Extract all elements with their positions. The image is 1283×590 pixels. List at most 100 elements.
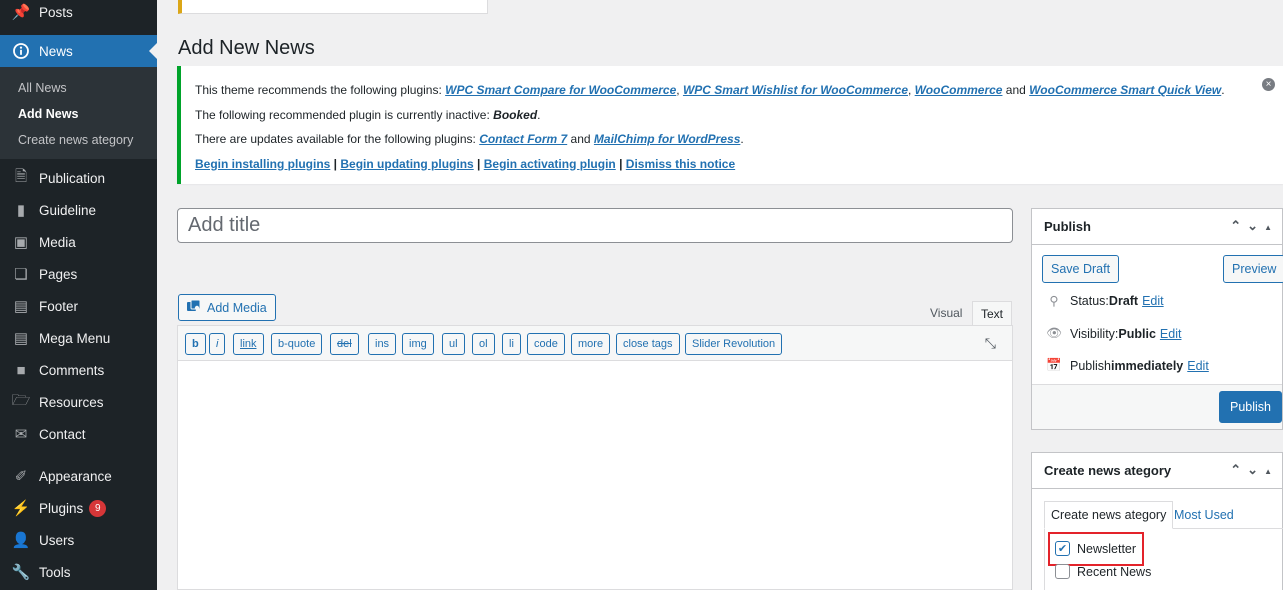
sidebar-item-label: Mega Menu [39,330,111,346]
sidebar-item-users[interactable]: 👤 Users [0,524,157,556]
submenu-add-news[interactable]: Add News [18,107,78,121]
sidebar-item-comments[interactable]: ■ Comments [0,354,157,386]
sidebar-item-posts[interactable]: 📌 Posts [0,0,157,24]
notice-text: and [567,132,594,146]
chevron-up-icon[interactable]: ⌃ [1230,218,1247,233]
notice-text: , [676,83,683,97]
plugin-link[interactable]: MailChimp for WordPress [594,132,740,146]
qt-code-button[interactable]: code [527,333,565,355]
qt-ol-button[interactable]: ol [472,333,495,355]
publish-button[interactable]: Publish [1219,391,1282,423]
category-body: ✔ Newsletter Recent News Create news ate… [1032,489,1283,590]
plugin-link[interactable]: WPC Smart Wishlist for WooCommerce [683,83,908,97]
notice-text: and [1002,83,1030,97]
text-editor[interactable]: b i link b-quote del ins img ul ol li co… [177,325,1013,590]
notice-text: , [908,83,915,97]
checkbox-unchecked-icon[interactable] [1055,564,1070,579]
sidebar-item-pages[interactable]: ❏ Pages [0,258,157,290]
status-row: ⚲ Status: Draft Edit [1046,293,1164,309]
qt-li-button[interactable]: li [502,333,521,355]
sidebar-item-label: Footer [39,298,79,314]
sidebar-item-news[interactable]: News [0,35,157,67]
qt-ul-button[interactable]: ul [442,333,465,355]
quicktags-toolbar: b i link b-quote del ins img ul ol li co… [178,326,1012,361]
triangle-up-icon[interactable]: ▲ [1264,467,1278,476]
tab-all-categories[interactable]: Create news ategory [1044,501,1174,529]
tab-most-used[interactable]: Most Used [1168,501,1240,529]
qt-ins-button[interactable]: ins [368,333,397,355]
tab-visual[interactable]: Visual [921,301,971,325]
qt-del-button[interactable]: del [330,333,359,355]
plugin-link[interactable]: Contact Form 7 [479,132,567,146]
sidebar-item-label: Pages [39,266,78,282]
chevron-down-icon[interactable]: ⌄ [1247,462,1264,477]
pages-icon: ❏ [14,266,28,283]
pin-icon: ⚲ [1049,294,1059,308]
submenu-create-category[interactable]: Create news ategory [18,133,133,147]
qt-close-tags-button[interactable]: close tags [616,333,680,355]
notice-line-recommended: This theme recommends the following plug… [195,78,1269,103]
divider: | [330,156,341,171]
info-icon [12,42,30,60]
sidebar-item-plugins[interactable]: ⚡ Plugins 9 [0,492,157,524]
fullscreen-icon[interactable]: ⤡ [985,335,996,352]
schedule-value: immediately [1111,358,1184,373]
mail-icon: ✉ [14,426,28,443]
sidebar-item-label: Guideline [39,202,97,218]
dismiss-notice-link[interactable]: Dismiss this notice [626,157,735,171]
plugin-link[interactable]: WooCommerce Smart Quick View [1029,83,1221,97]
calendar-icon: 📅 [1046,358,1062,372]
sidebar-item-contact[interactable]: ✉ Contact [0,418,157,450]
chevron-up-icon[interactable]: ⌃ [1230,462,1247,477]
category-label: Recent News [1077,564,1152,579]
post-title-input[interactable] [177,208,1013,243]
category-item-newsletter[interactable]: ✔ Newsletter [1055,541,1136,556]
triangle-up-icon[interactable]: ▲ [1264,223,1278,232]
edit-visibility-link[interactable]: Edit [1160,327,1182,341]
sidebar-item-guideline[interactable]: ▮ Guideline [0,194,157,226]
visibility-row: 👁 Visibility: Public Edit [1046,326,1181,341]
chevron-down-icon[interactable]: ⌄ [1247,218,1264,233]
plugin-link[interactable]: WPC Smart Compare for WooCommerce [445,83,676,97]
sidebar-item-appearance[interactable]: ✐ Appearance [0,460,157,492]
sidebar-item-resources[interactable]: 🗁 Resources [0,386,157,418]
plugin-link[interactable]: WooCommerce [915,83,1003,97]
begin-updating-link[interactable]: Begin updating plugins [340,157,473,171]
qt-slider-revolution-button[interactable]: Slider Revolution [685,333,783,355]
table-icon: ▤ [13,298,29,315]
category-item-recent-news[interactable]: Recent News [1055,564,1151,579]
submenu-all-news[interactable]: All News [18,81,67,95]
sidebar-item-tools[interactable]: 🔧 Tools [0,556,157,588]
qt-img-button[interactable]: img [402,333,434,355]
document-icon: 🗎 [14,167,28,185]
page-title: Add New News [178,37,315,59]
previous-notice-edge [178,0,488,14]
sidebar-item-footer[interactable]: ▤ Footer [0,290,157,322]
tab-text[interactable]: Text [972,301,1013,325]
publish-box-header: Publish ⌃⌄▲ [1032,209,1282,245]
close-icon[interactable]: × [1262,78,1275,91]
edit-schedule-link[interactable]: Edit [1187,359,1209,373]
checkbox-checked-icon[interactable]: ✔ [1055,541,1070,556]
sidebar-item-publication[interactable]: 🗎 Publication [0,162,157,194]
begin-installing-link[interactable]: Begin installing plugins [195,157,330,171]
table-icon: ▤ [13,330,29,347]
eye-icon: 👁 [1046,326,1062,340]
qt-link-button[interactable]: link [233,333,264,355]
begin-activating-link[interactable]: Begin activating plugin [484,157,616,171]
qt-more-button[interactable]: more [571,333,611,355]
sidebar-item-media[interactable]: ▣ Media [0,226,157,258]
sidebar-item-label: Users [39,532,75,548]
media-icon: ▣ [13,234,29,251]
add-media-label: Add Media [207,300,267,315]
sidebar-item-label: Tools [39,564,71,580]
add-media-button[interactable]: Add Media [178,294,276,321]
qt-italic-button[interactable]: i [209,333,226,355]
edit-status-link[interactable]: Edit [1142,294,1164,308]
qt-bquote-button[interactable]: b-quote [271,333,323,355]
preview-button[interactable]: Preview [1223,255,1283,283]
qt-bold-button[interactable]: b [185,333,206,355]
save-draft-button[interactable]: Save Draft [1042,255,1120,283]
sidebar-item-mega-menu[interactable]: ▤ Mega Menu [0,322,157,354]
publish-box-title: Publish [1044,219,1091,234]
